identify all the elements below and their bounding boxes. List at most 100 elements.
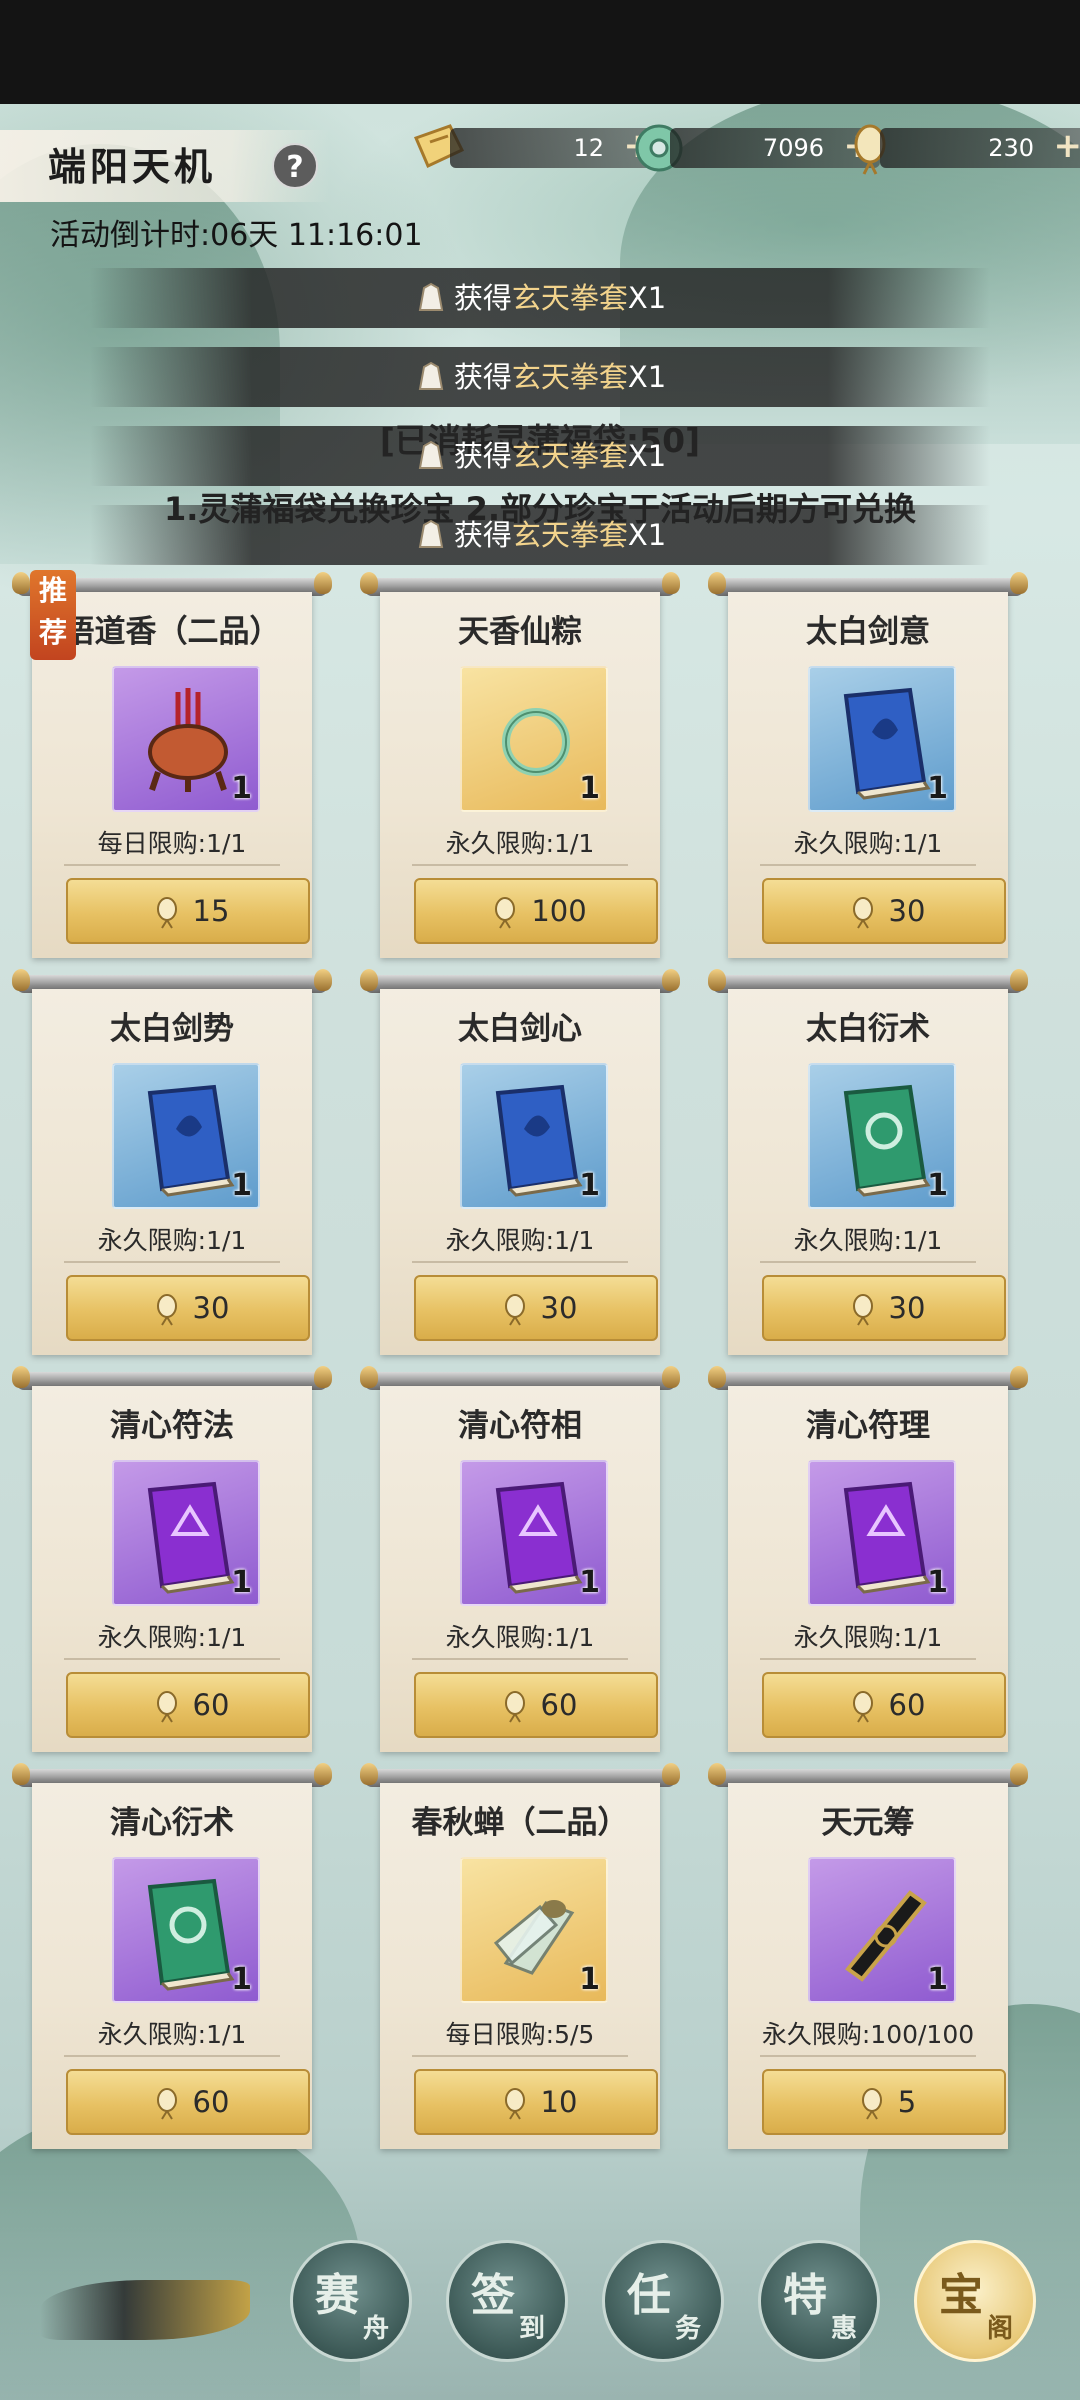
divider [760,1261,976,1263]
purchase-limit: 永久限购:1/1 [793,1623,943,1652]
resource-ticket-value: 12 [573,134,604,162]
item-slot[interactable]: 1 [112,666,260,812]
item-name: 太白衍术 [806,1011,930,1047]
item-slot[interactable]: 1 [808,1460,956,1606]
shop-item-card[interactable]: 春秋蝉（二品） 1 每日限购:5/5 10 [360,1763,680,2149]
help-button[interactable]: ? [272,143,318,189]
recommend-badge: 推荐 [30,570,76,660]
purchase-limit: 永久限购:1/1 [445,829,595,858]
buy-price: 60 [540,1688,578,1722]
status-bar [0,0,1080,104]
item-slot[interactable]: 1 [460,1063,608,1209]
buy-button[interactable]: 10 [414,2069,658,2135]
item-name: 天香仙粽 [458,614,582,650]
shop-item-card[interactable]: 清心符法 1 永久限购:1/1 60 [12,1366,332,1752]
nav-tasks[interactable]: 任 务 [602,2240,724,2362]
item-slot[interactable]: 1 [112,1063,260,1209]
shop-item-card[interactable]: 太白剑意 1 永久限购:1/1 30 [708,572,1028,958]
buy-price: 5 [897,2085,917,2119]
item-slot[interactable]: 1 [808,1063,956,1209]
reward-toast: 获得玄天拳套X1 [90,268,990,328]
buy-button[interactable]: 60 [66,2069,310,2135]
divider [760,1658,976,1660]
toast-suffix: X1 [627,281,667,315]
shop-item-card[interactable]: 太白衍术 1 永久限购:1/1 30 [708,969,1028,1355]
item-qty: 1 [231,771,252,806]
buy-price: 60 [888,1688,926,1722]
nav-dragon-boat-race[interactable]: 赛 舟 [290,2240,412,2362]
purchase-limit: 每日限购:5/5 [445,2020,595,2049]
purple-book-icon [843,1481,931,1594]
lucky-bag-icon [852,1294,873,1326]
shop-item-card[interactable]: 太白剑势 1 永久限购:1/1 30 [12,969,332,1355]
buy-button[interactable]: 30 [66,1275,310,1341]
item-slot[interactable]: 1 [460,666,608,812]
item-slot[interactable]: 1 [808,666,956,812]
divider [412,1658,628,1660]
item-name: 太白剑心 [458,1011,582,1047]
lucky-bag-icon [156,1691,177,1723]
token-tablet-icon [845,1890,927,1982]
shop-item-card[interactable]: 太白剑心 1 永久限购:1/1 30 [360,969,680,1355]
reward-toast: 获得玄天拳套X1 [90,426,990,486]
item-qty: 1 [231,1962,252,1997]
blue-book-icon [147,1084,235,1197]
item-name: 清心符法 [110,1408,234,1444]
lucky-bag-icon [156,1294,177,1326]
buy-price: 100 [531,894,587,928]
gauntlet-icon [418,282,444,311]
resource-jade-value: 7096 [762,134,824,162]
green-book-icon [843,1084,931,1197]
buy-button[interactable]: 30 [762,1275,1006,1341]
toast-suffix: X1 [627,439,667,473]
item-qty: 1 [927,1962,948,1997]
buy-button[interactable]: 30 [762,878,1006,944]
item-slot[interactable]: 1 [460,1460,608,1606]
nav-label-big: 赛 [315,2270,359,2321]
nav-label-big: 签 [471,2270,515,2321]
shop-item-card[interactable]: 天香仙粽 1 永久限购:1/1 100 [360,572,680,958]
brush-decoration [40,2280,250,2340]
gauntlet-icon [418,519,444,548]
lucky-bag-icon [852,897,873,929]
green-book-icon [147,1878,235,1991]
shop-item-card[interactable]: 清心符相 1 永久限购:1/1 60 [360,1366,680,1752]
lucky-bag-icon [504,1294,525,1326]
reward-toast: 获得玄天拳套X1 [90,347,990,407]
item-slot[interactable]: 1 [112,1857,260,2003]
nav-treasure-pavilion[interactable]: 宝 阁 [914,2240,1036,2362]
buy-button[interactable]: 60 [762,1672,1006,1738]
item-qty: 1 [231,1168,252,1203]
item-name: 清心衍术 [110,1805,234,1841]
buy-button[interactable]: 15 [66,878,310,944]
incense-burner-icon [148,688,228,792]
buy-button[interactable]: 60 [414,1672,658,1738]
purchase-limit: 永久限购:1/1 [97,2020,247,2049]
purchase-limit: 每日限购:1/1 [97,829,247,858]
shop-item-card[interactable]: 天元筹 1 永久限购:100/100 5 [708,1763,1028,2149]
lucky-bag-icon [504,2088,525,2120]
purchase-limit: 永久限购:1/1 [445,1623,595,1652]
lucky-bag-icon [852,1691,873,1723]
lucky-bag-icon [861,2088,882,2120]
divider [64,1261,280,1263]
buy-button[interactable]: 5 [762,2069,1006,2135]
toast-item: 玄天拳套 [511,439,628,473]
nav-sign-in[interactable]: 签 到 [446,2240,568,2362]
buy-button[interactable]: 100 [414,878,658,944]
buy-button[interactable]: 60 [66,1672,310,1738]
shop-item-card[interactable]: 清心符理 1 永久限购:1/1 60 [708,1366,1028,1752]
buy-price: 30 [888,894,926,928]
item-name: 清心符理 [806,1408,930,1444]
toast-prefix: 获得 [453,439,512,473]
item-slot[interactable]: 1 [112,1460,260,1606]
toast-item: 玄天拳套 [511,518,628,552]
lucky-bag-icon [504,1691,525,1723]
resource-lucky-bag-add-button[interactable]: + [1054,126,1080,166]
nav-special-offer[interactable]: 特 惠 [758,2240,880,2362]
item-slot[interactable]: 1 [808,1857,956,2003]
item-slot[interactable]: 1 [460,1857,608,2003]
buy-button[interactable]: 30 [414,1275,658,1341]
shop-item-card[interactable]: 清心衍术 1 永久限购:1/1 60 [12,1763,332,2149]
item-qty: 1 [579,1962,600,1997]
